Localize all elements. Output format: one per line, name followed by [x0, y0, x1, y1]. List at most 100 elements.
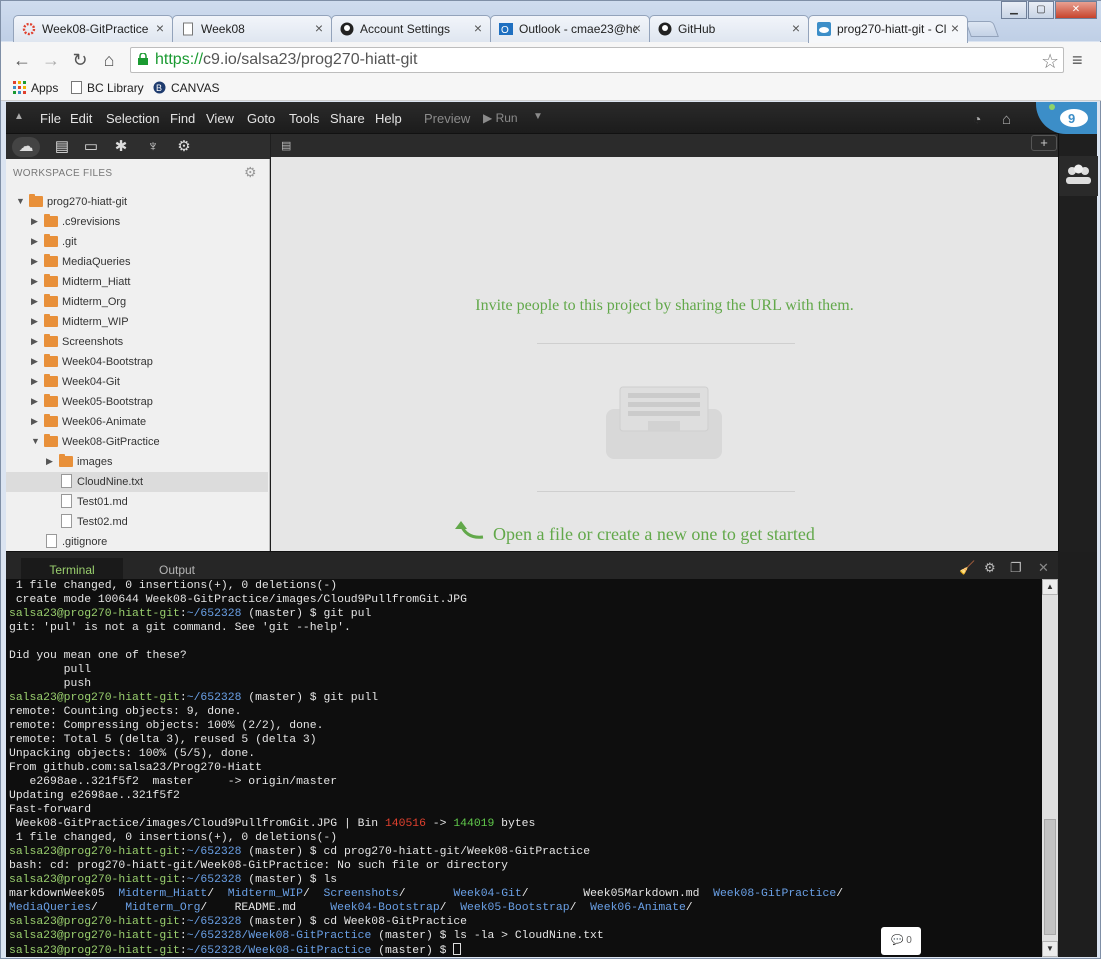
menu-tools[interactable]: Tools	[289, 111, 319, 126]
bookmark-bc-library[interactable]: BC Library	[71, 81, 144, 95]
close-icon[interactable]: ×	[315, 20, 323, 36]
workspace-gear-icon[interactable]: ⚙	[244, 164, 257, 181]
caret-right-icon[interactable]: ▶	[31, 296, 41, 307]
terminal-output[interactable]: 1 file changed, 0 insertions(+), 0 delet…	[6, 579, 1042, 957]
window-close-button[interactable]: ✕	[1055, 1, 1097, 19]
tree-folder[interactable]: ▼ Week08-GitPractice	[6, 432, 268, 452]
terminal-text: git: 'pul' is not a git command. See 'gi…	[9, 622, 351, 634]
dashboard-home-icon[interactable]: ⌂	[1002, 111, 1011, 128]
menu-file[interactable]: File	[40, 111, 61, 126]
scroll-thumb[interactable]	[1044, 819, 1056, 935]
caret-down-icon[interactable]: ▼	[16, 196, 26, 206]
save-files-icon[interactable]: ▤	[51, 137, 73, 157]
caret-right-icon[interactable]: ▶	[31, 376, 41, 387]
tree-folder[interactable]: ▶ Week05-Bootstrap	[6, 392, 268, 412]
back-arrow-icon[interactable]: ←	[12, 50, 32, 70]
run-dropdown-icon[interactable]: ▼	[533, 111, 543, 122]
collaborators-icon[interactable]: ▭	[80, 137, 102, 157]
menu-goto[interactable]: Goto	[247, 111, 275, 126]
debug-bulb-icon[interactable]: ♆	[142, 137, 164, 157]
tree-folder[interactable]: ▶ .c9revisions	[6, 212, 268, 232]
menu-help[interactable]: Help	[375, 111, 402, 126]
menu-toggle-icon[interactable]: ▲	[14, 111, 24, 122]
settings-gear-icon[interactable]: ⚙	[173, 137, 195, 157]
folder-icon	[44, 314, 58, 327]
browser-tab[interactable]: Account Settings ×	[331, 15, 491, 42]
maximize-console-icon[interactable]: ❐	[1010, 560, 1022, 576]
tree-folder[interactable]: ▶ Week04-Bootstrap	[6, 352, 268, 372]
menu-selection[interactable]: Selection	[106, 111, 159, 126]
tree-folder[interactable]: ▼ prog270-hiatt-git	[6, 192, 268, 212]
performance-gauge-icon[interactable]: ◔	[973, 111, 981, 127]
reload-icon[interactable]: ↻	[70, 50, 90, 70]
scroll-up-arrow-icon[interactable]: ▲	[1042, 579, 1058, 595]
caret-right-icon[interactable]: ▶	[31, 316, 41, 327]
close-icon[interactable]: ×	[474, 20, 482, 36]
caret-right-icon[interactable]: ▶	[46, 456, 56, 467]
tree-folder[interactable]: ▶ Week06-Animate	[6, 412, 268, 432]
browser-tab[interactable]: Week08-GitPractice ×	[13, 15, 173, 42]
tree-file[interactable]: .gitignore	[6, 532, 268, 552]
caret-down-icon[interactable]: ▼	[31, 436, 41, 446]
tree-folder[interactable]: ▶ Midterm_Hiatt	[6, 272, 268, 292]
tree-folder[interactable]: ▶ images	[6, 452, 268, 472]
preview-button[interactable]: Preview	[424, 111, 470, 126]
chrome-menu-icon[interactable]: ≡	[1072, 50, 1088, 71]
maximize-button[interactable]: ▢	[1028, 1, 1054, 19]
tab-terminal[interactable]: Terminal	[21, 558, 123, 580]
tab-list-icon[interactable]: ▤	[281, 139, 291, 152]
tree-folder[interactable]: ▶ MediaQueries	[6, 252, 268, 272]
tree-folder[interactable]: ▶ Screenshots	[6, 332, 268, 352]
tree-file[interactable]: CloudNine.txt	[6, 472, 268, 492]
browser-tab-active[interactable]: prog270-hiatt-git - Cl ×	[808, 15, 968, 43]
tree-folder[interactable]: ▶ .git	[6, 232, 268, 252]
console-gear-icon[interactable]: ⚙	[984, 560, 996, 576]
tree-folder[interactable]: ▶ Week04-Git	[6, 372, 268, 392]
cloud9-logo[interactable]: 9	[1036, 102, 1097, 134]
c9-workspace-icon[interactable]: ☁	[12, 137, 40, 157]
caret-right-icon[interactable]: ▶	[31, 356, 41, 367]
address-bar[interactable]: https://c9.io/salsa23/prog270-hiatt-git …	[130, 47, 1064, 73]
close-icon[interactable]: ×	[792, 20, 800, 36]
clear-broom-icon[interactable]: 🧹	[959, 560, 975, 576]
chat-button[interactable]: 💬 0	[881, 927, 921, 955]
close-icon[interactable]: ×	[951, 20, 959, 36]
browser-tab[interactable]: O Outlook - cmae23@hc ×	[490, 15, 650, 42]
bookmark-star-icon[interactable]: ☆	[1041, 49, 1059, 74]
minimize-button[interactable]: ▁	[1001, 1, 1027, 19]
caret-right-icon[interactable]: ▶	[31, 416, 41, 427]
browser-tab[interactable]: Week08 ×	[172, 15, 332, 42]
menu-find[interactable]: Find	[170, 111, 195, 126]
run-person-icon[interactable]: ✱	[110, 137, 132, 157]
tab-output[interactable]: Output	[127, 558, 227, 580]
bookmark-canvas[interactable]: B CANVAS	[153, 81, 219, 95]
tree-file[interactable]: Test02.md	[6, 512, 268, 532]
caret-right-icon[interactable]: ▶	[31, 236, 41, 247]
menu-edit[interactable]: Edit	[70, 111, 92, 126]
tree-folder[interactable]: ▶ Midterm_WIP	[6, 312, 268, 332]
caret-right-icon[interactable]: ▶	[31, 256, 41, 267]
scroll-down-arrow-icon[interactable]: ▼	[1042, 941, 1058, 957]
caret-right-icon[interactable]: ▶	[31, 276, 41, 287]
terminal-scrollbar[interactable]: ▲ ▼	[1042, 579, 1058, 957]
forward-arrow-icon[interactable]: →	[41, 50, 61, 70]
close-icon[interactable]: ×	[156, 20, 164, 36]
home-icon[interactable]: ⌂	[99, 50, 119, 70]
caret-right-icon[interactable]: ▶	[31, 216, 41, 227]
new-tab-button[interactable]	[965, 21, 999, 37]
github-icon	[340, 22, 354, 36]
tree-file[interactable]: Test01.md	[6, 492, 268, 512]
new-tab-plus-button[interactable]: +	[1031, 135, 1057, 151]
close-icon[interactable]: ×	[633, 20, 641, 36]
bookmark-apps[interactable]: Apps	[13, 81, 58, 95]
browser-tab[interactable]: GitHub ×	[649, 15, 809, 42]
caret-right-icon[interactable]: ▶	[31, 396, 41, 407]
run-button[interactable]: ▶ Run	[483, 111, 518, 125]
caret-right-icon[interactable]: ▶	[31, 336, 41, 347]
tree-folder[interactable]: ▶ Midterm_Org	[6, 292, 268, 312]
close-console-icon[interactable]: ✕	[1038, 560, 1049, 576]
terminal-line: e2698ae..321f5f2 master -> origin/master	[9, 775, 1042, 789]
menu-share[interactable]: Share	[330, 111, 365, 126]
menu-view[interactable]: View	[206, 111, 234, 126]
collaborators-panel-button[interactable]	[1059, 156, 1098, 196]
